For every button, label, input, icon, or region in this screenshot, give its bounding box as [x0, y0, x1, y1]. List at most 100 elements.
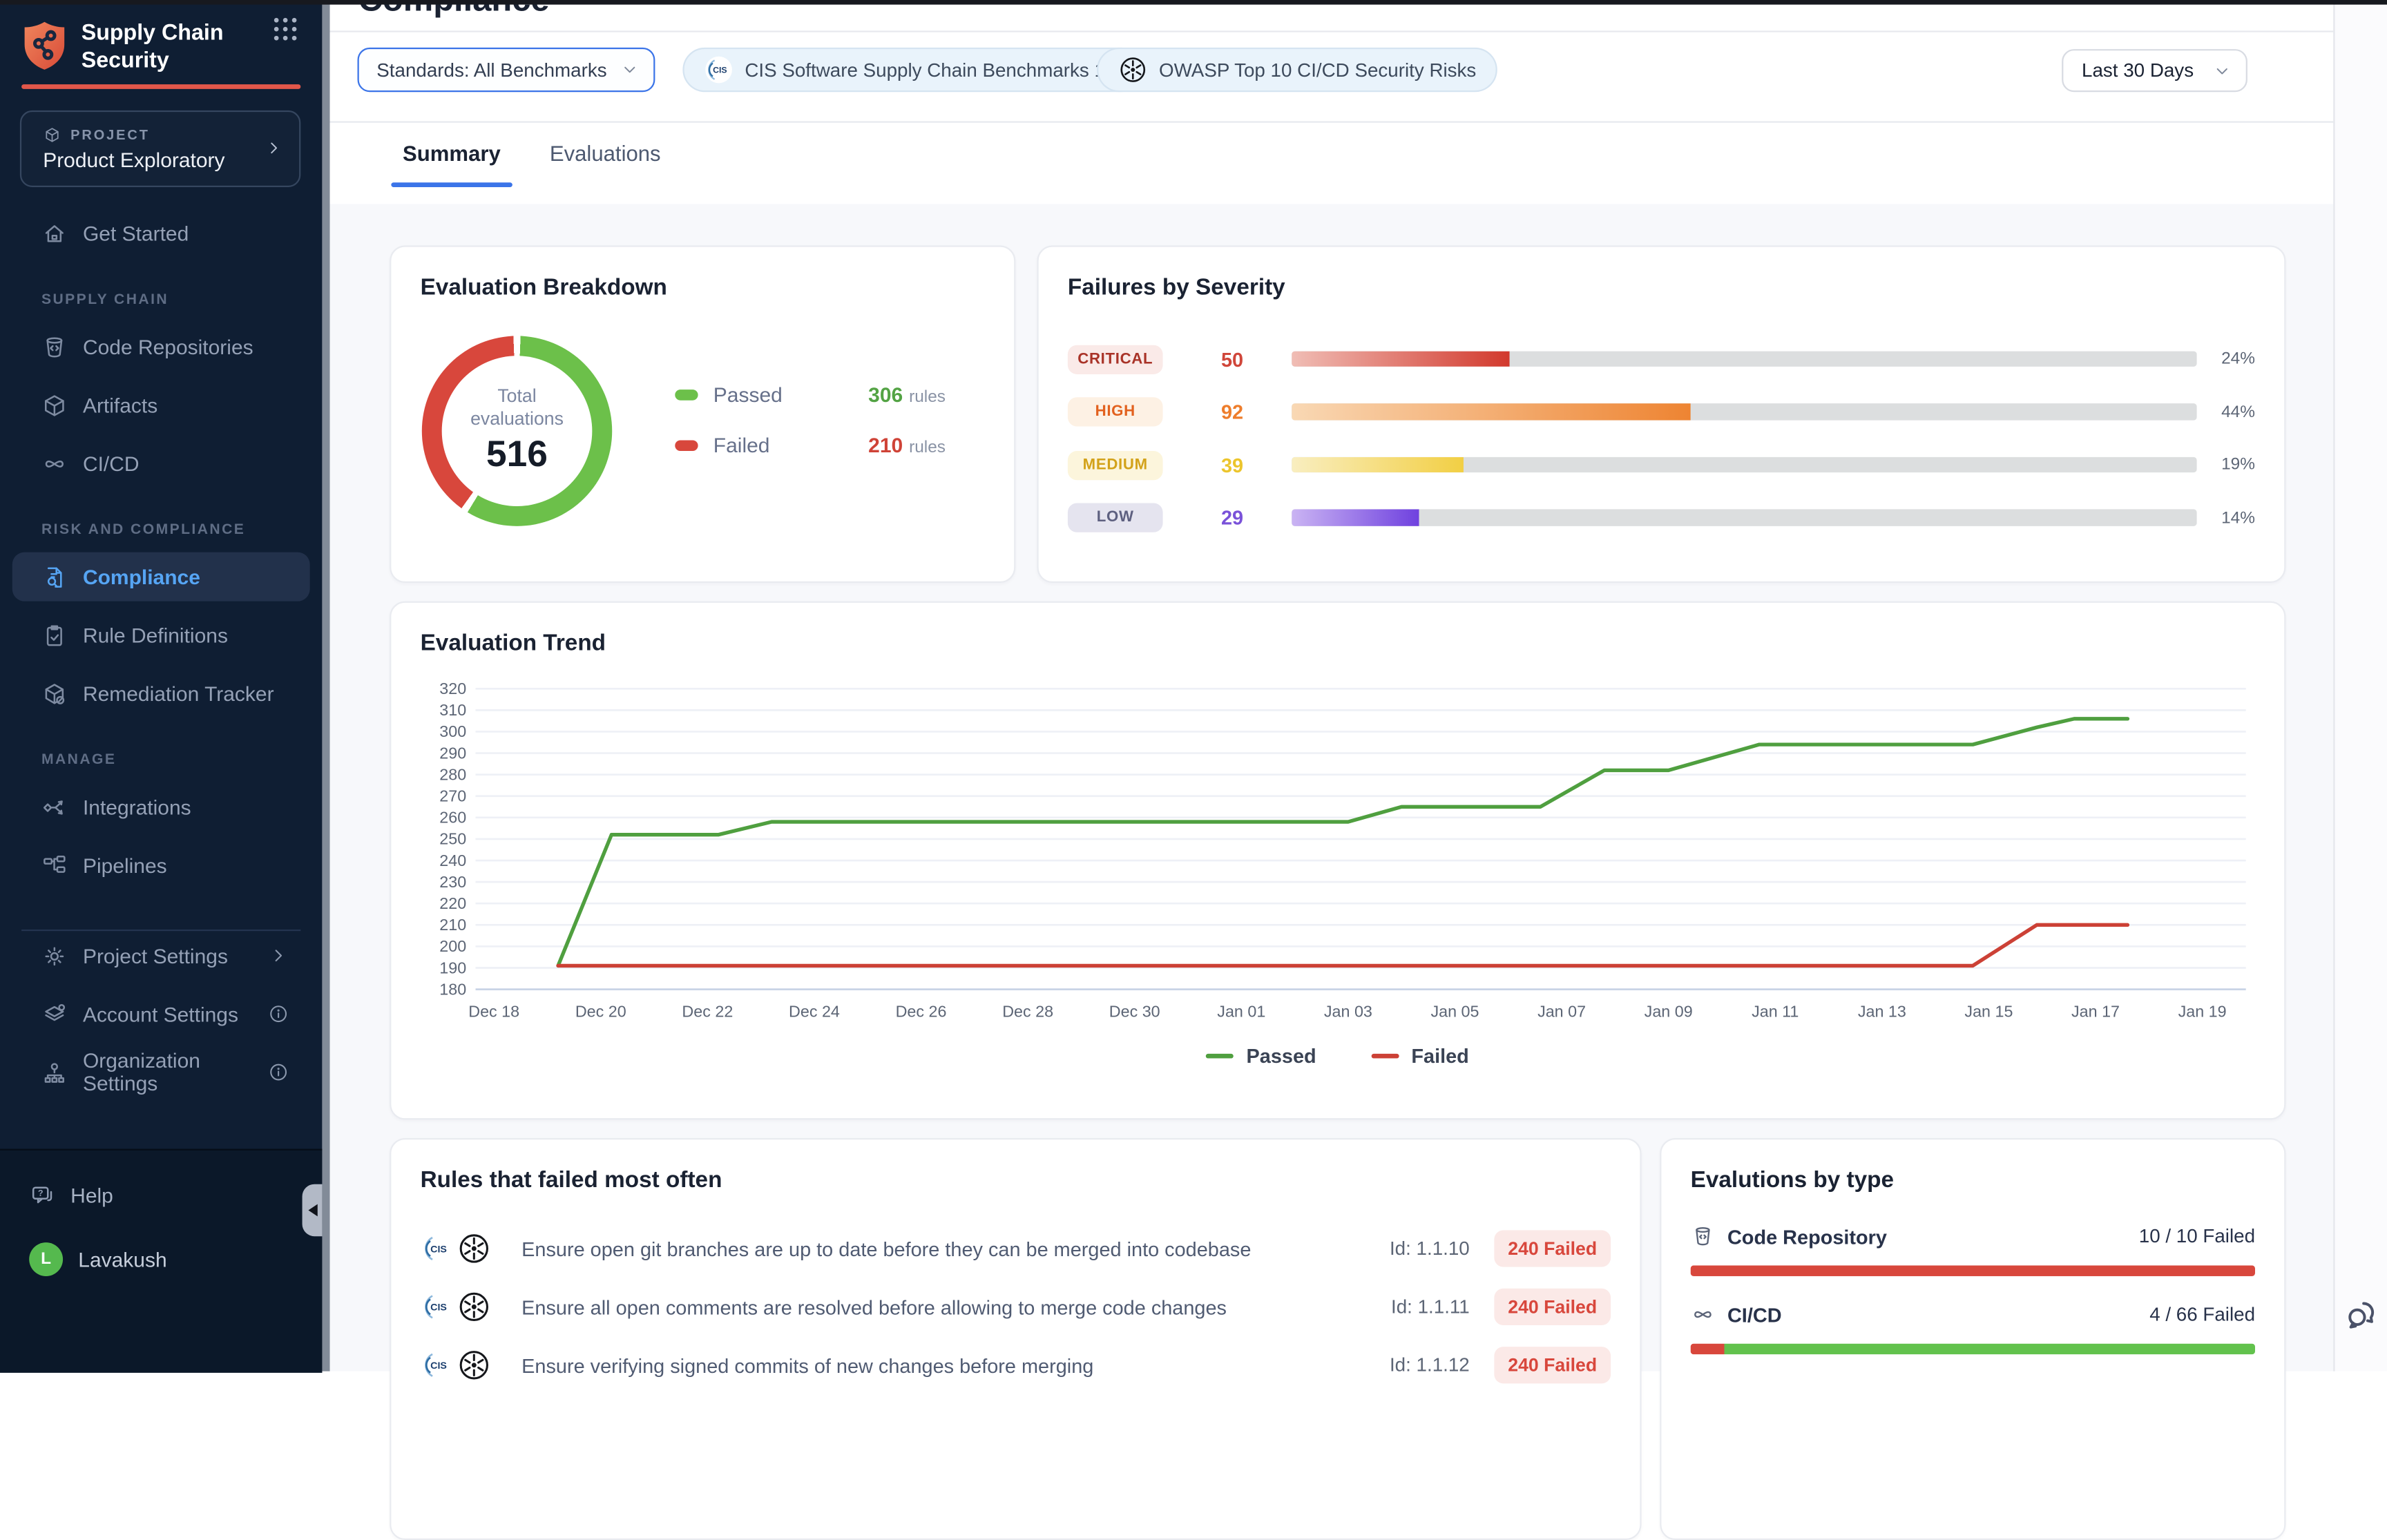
- legend-value: 210rules: [868, 433, 946, 456]
- pipelines-icon: [41, 852, 68, 878]
- standards-filter-value: Standards: All Benchmarks: [376, 59, 606, 81]
- filter-row: Standards: All Benchmarks CIS CIS Softwa…: [329, 32, 2333, 122]
- sidebar-item-rule-definitions[interactable]: Rule Definitions: [12, 610, 310, 660]
- rule-benchmark-icons: CIS: [421, 1232, 500, 1266]
- card-title: Evalutions by type: [1691, 1167, 1894, 1193]
- sidebar-item-code-repositories[interactable]: Code Repositories: [12, 322, 310, 371]
- type-label: CI/CD: [1727, 1303, 1782, 1326]
- severity-bar-fill: [1292, 456, 1464, 472]
- legend-dash: [1207, 1054, 1234, 1059]
- rule-row[interactable]: CISEnsure verifying signed commits of ne…: [421, 1342, 1611, 1388]
- chat-bubbles-icon[interactable]: [2343, 1296, 2381, 1335]
- sidebar-item-cicd[interactable]: CI/CD: [12, 439, 310, 488]
- severity-percent: 44%: [2197, 403, 2255, 421]
- svg-text:Jan 11: Jan 11: [1752, 1003, 1799, 1021]
- severity-row-medium: MEDIUM3919%: [1068, 448, 2255, 482]
- donut-total-value: 516: [486, 434, 548, 477]
- rule-text: Ensure all open comments are resolved be…: [521, 1296, 1227, 1318]
- chevron-right-icon: [265, 945, 291, 966]
- type-row-ci-cd: CI/CD 4 / 66 Failed: [1691, 1298, 2255, 1354]
- legend-swatch: [675, 389, 698, 400]
- type-row-code-repository: Code Repository10 / 10 Failed: [1691, 1220, 2255, 1276]
- svg-text:Jan 03: Jan 03: [1324, 1003, 1372, 1021]
- legend-value: 306rules: [868, 383, 946, 405]
- sidebar-item-organization-settings[interactable]: Organization Settings: [12, 1048, 310, 1097]
- benchmark-chip-owasp[interactable]: OWASP Top 10 CI/CD Security Risks: [1096, 48, 1497, 92]
- sidebar-item-label: Remediation Tracker: [83, 682, 274, 704]
- sidebar-bottom: ? Help L Lavakush: [0, 1149, 322, 1374]
- severity-row-critical: CRITICAL5024%: [1068, 342, 2255, 376]
- rule-failed-badge: 240 Failed: [1494, 1347, 1611, 1383]
- rule-row[interactable]: CISEnsure open git branches are up to da…: [421, 1226, 1611, 1272]
- chip-label: OWASP Top 10 CI/CD Security Risks: [1159, 59, 1476, 81]
- box-icon: [41, 392, 68, 418]
- benchmark-chip-cis[interactable]: CIS CIS Software Supply Chain Benchmarks…: [682, 48, 1142, 92]
- svg-text:Dec 20: Dec 20: [575, 1003, 626, 1021]
- sidebar-item-compliance[interactable]: Compliance: [12, 552, 310, 601]
- sidebar: Supply Chain Security PROJECT Product Ex…: [0, 0, 322, 1371]
- svg-text:240: 240: [439, 851, 466, 869]
- chevron-down-icon: [2212, 61, 2232, 81]
- tab-evaluations[interactable]: Evaluations: [550, 141, 661, 187]
- info-icon: [265, 1061, 291, 1083]
- type-status: 4 / 66 Failed: [2149, 1304, 2255, 1325]
- card-title: Rules that failed most often: [421, 1167, 722, 1193]
- svg-text:Jan 17: Jan 17: [2071, 1003, 2120, 1021]
- shield-logo-icon: [21, 20, 68, 73]
- collapse-left-triangle-icon: [307, 1204, 316, 1217]
- sidebar-item-account-settings[interactable]: Account Settings: [12, 990, 310, 1039]
- svg-text:190: 190: [439, 959, 466, 976]
- standards-filter-dropdown[interactable]: Standards: All Benchmarks: [356, 48, 654, 92]
- legend-label: Passed: [713, 383, 783, 405]
- card-evaluations-by-type: Evalutions by type Code Repository10 / 1…: [1660, 1138, 2285, 1540]
- severity-count: 29: [1221, 506, 1292, 529]
- rule-failed-badge: 240 Failed: [1494, 1230, 1611, 1267]
- brand-accent-line: [21, 84, 300, 88]
- date-range-dropdown[interactable]: Last 30 Days: [2062, 49, 2247, 92]
- severity-bar-track: [1292, 510, 2196, 526]
- sidebar-item-remediation-tracker[interactable]: Remediation Tracker: [12, 668, 310, 718]
- rule-row[interactable]: CIS Ensure all open comments are resolved…: [421, 1284, 1611, 1330]
- trend-legend-passed: Passed: [1207, 1045, 1316, 1068]
- sidebar-item-pipelines[interactable]: Pipelines: [12, 840, 310, 889]
- sidebar-item-help[interactable]: ? Help: [29, 1171, 113, 1220]
- app-switcher-grid-icon[interactable]: [270, 14, 300, 44]
- sidebar-item-artifacts[interactable]: Artifacts: [12, 381, 310, 430]
- legend-label: Passed: [1247, 1045, 1316, 1068]
- tab-summary[interactable]: Summary: [403, 141, 501, 187]
- svg-text:CIS: CIS: [430, 1244, 447, 1255]
- avatar: L: [29, 1242, 63, 1276]
- user-menu[interactable]: L Lavakush: [29, 1235, 166, 1284]
- severity-percent: 14%: [2197, 508, 2255, 527]
- integrations-icon: [41, 793, 68, 820]
- rule-id: Id: 1.1.11: [1391, 1296, 1470, 1318]
- sidebar-item-integrations[interactable]: Integrations: [12, 782, 310, 831]
- sidebar-item-get-started[interactable]: Get Started: [12, 209, 310, 258]
- type-status: 10 / 10 Failed: [2139, 1226, 2255, 1247]
- svg-text:Jan 13: Jan 13: [1858, 1003, 1906, 1021]
- page-header: Compliance Standards: All Benchmarks CIS…: [329, 0, 2333, 204]
- sidebar-item-project-settings[interactable]: Project Settings: [12, 931, 310, 980]
- cis-logo-icon: CIS: [421, 1290, 454, 1324]
- svg-text:310: 310: [439, 701, 466, 719]
- home-icon: [41, 220, 68, 247]
- sidebar-collapse-button[interactable]: [303, 1184, 323, 1237]
- svg-text:320: 320: [439, 680, 466, 697]
- type-bar: [1691, 1265, 2255, 1276]
- card-failures-by-severity: Failures by Severity CRITICAL5024%HIGH92…: [1037, 245, 2285, 583]
- severity-bar-fill: [1292, 404, 1690, 420]
- severity-row-high: HIGH9244%: [1068, 395, 2255, 429]
- svg-text:Jan 19: Jan 19: [2178, 1003, 2227, 1021]
- type-bar-segment: [1691, 1344, 1725, 1355]
- legend-item-failed: Failed210rules: [675, 430, 981, 460]
- svg-text:180: 180: [439, 980, 466, 998]
- layers-icon: [41, 1001, 68, 1027]
- card-evaluation-trend: Evaluation Trend 18019020021022023024025…: [390, 601, 2285, 1120]
- severity-bar-track: [1292, 456, 2196, 472]
- project-selector[interactable]: PROJECT Product Exploratory: [20, 110, 300, 187]
- trend-legend-failed: Failed: [1372, 1045, 1469, 1068]
- rule-text: Ensure verifying signed commits of new c…: [521, 1354, 1093, 1376]
- svg-text:230: 230: [439, 873, 466, 891]
- infinity-icon: [1691, 1302, 1716, 1327]
- severity-bar-track: [1292, 404, 2196, 420]
